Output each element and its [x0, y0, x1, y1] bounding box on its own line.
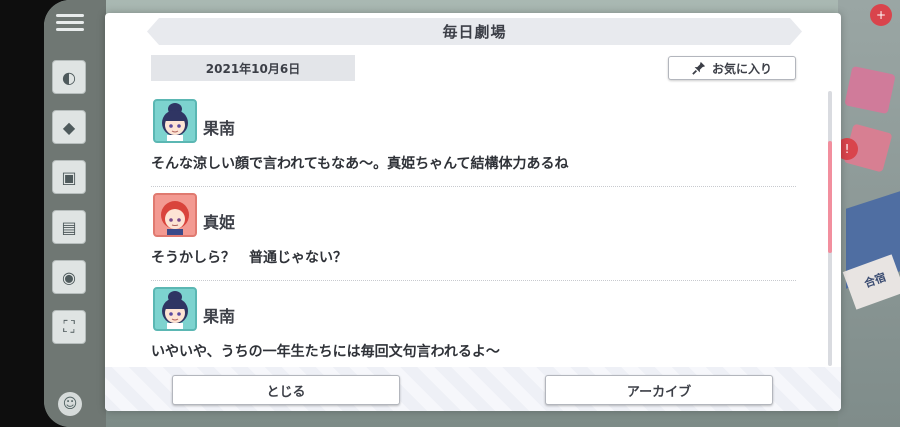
dialogue-text: いやいや、うちの一年生たちには毎回文句言われるよ〜 — [151, 344, 500, 360]
notification-badge: + — [870, 4, 892, 26]
character-icon — [162, 103, 188, 141]
character-icon — [161, 201, 189, 235]
favorite-button[interactable]: お気に入り — [668, 56, 796, 80]
character-icon — [162, 291, 188, 329]
dialogue-entry: 果南 そんな涼しい顔で言われてもなあ〜。真姫ちゃんて結構体力あるね — [151, 93, 796, 187]
pin-icon — [692, 61, 706, 75]
dialogue-entry: 真姫 そうかしら？ 普通じゃない？ — [151, 187, 796, 281]
maki-avatar — [153, 193, 197, 237]
kanan-avatar — [153, 287, 197, 331]
speaker-name: 真姫 — [203, 213, 236, 232]
side-button: ⛶ — [52, 310, 86, 344]
favorite-label: お気に入り — [711, 61, 772, 76]
side-button: ◆ — [52, 110, 86, 144]
speaker-name: 果南 — [203, 307, 236, 326]
archive-button[interactable]: アーカイブ — [545, 375, 773, 405]
dialogue-text: そうかしら？ 普通じゃない？ — [151, 250, 347, 266]
menu-icon — [54, 10, 86, 40]
daily-theater-dialog: 毎日劇場 2021年10月6日 お気に入り 果南 そんな涼しい顔で言われてもなあ… — [105, 13, 841, 411]
scrollbar-thumb[interactable] — [828, 141, 832, 253]
kanan-avatar — [153, 99, 197, 143]
close-button[interactable]: とじる — [172, 375, 400, 405]
side-button: ▣ — [52, 160, 86, 194]
dialogue-list[interactable]: 果南 そんな涼しい顔で言われてもなあ〜。真姫ちゃんて結構体力あるね 真姫 そうか… — [151, 93, 796, 368]
dialogue-entry: 果南 いやいや、うちの一年生たちには毎回文句言われるよ〜 — [151, 281, 796, 368]
dialogue-text: そんな涼しい顔で言われてもなあ〜。真姫ちゃんて結構体力あるね — [151, 156, 569, 172]
speaker-name: 果南 — [203, 119, 236, 138]
side-button: ◐ — [52, 60, 86, 94]
side-button: ◉ — [52, 260, 86, 294]
side-button: ▤ — [52, 210, 86, 244]
user-icon: ☺ — [58, 392, 82, 416]
dialog-title: 毎日劇場 — [147, 18, 802, 45]
date-label: 2021年10月6日 — [151, 55, 355, 81]
